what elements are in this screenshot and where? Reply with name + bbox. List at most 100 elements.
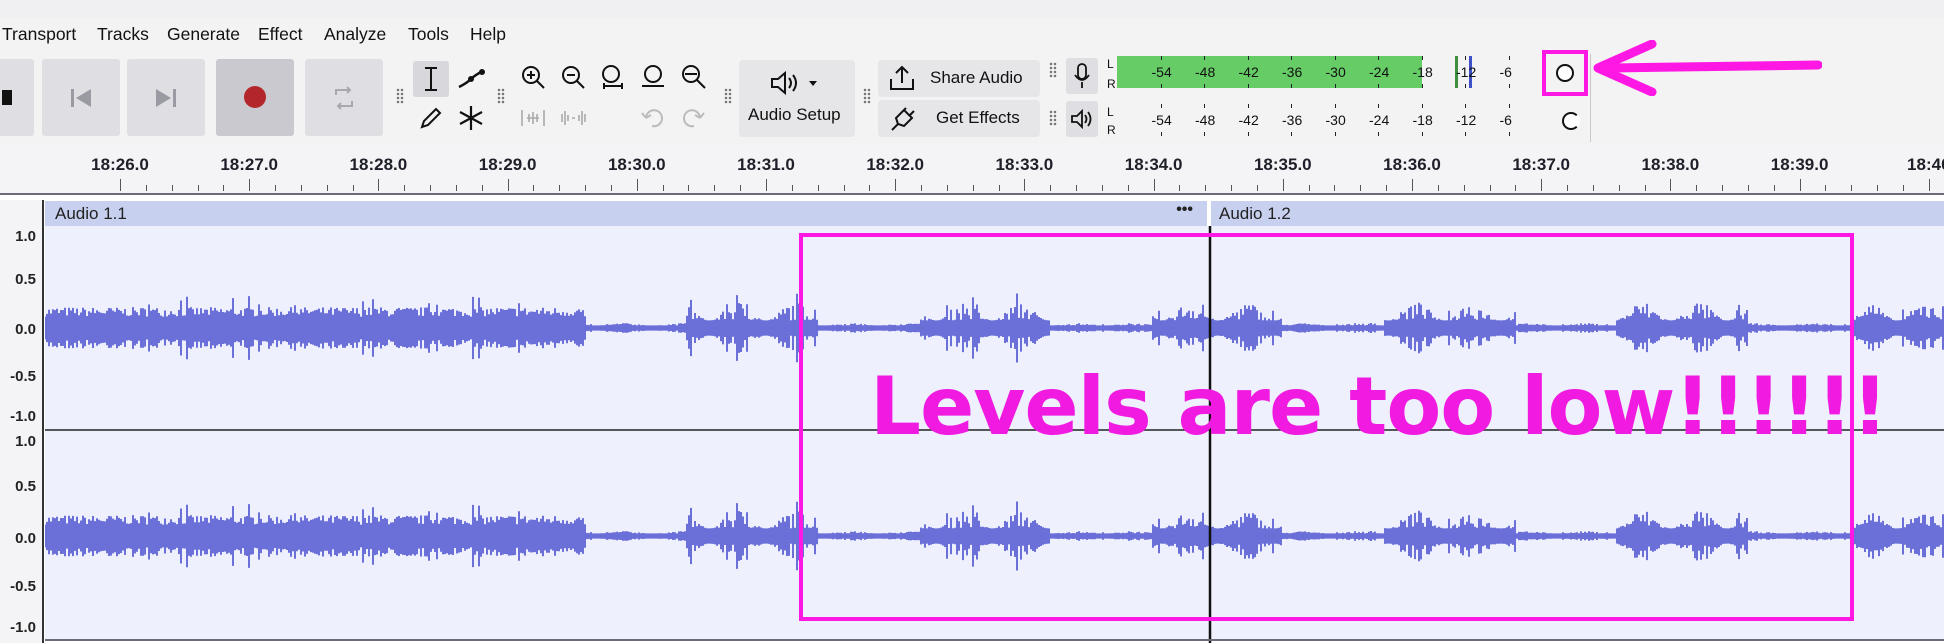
skip-to-end-button[interactable] xyxy=(127,59,205,136)
timeline-tick xyxy=(1489,185,1491,191)
zoom-toggle-button[interactable] xyxy=(675,59,711,95)
zoom-in-button[interactable] xyxy=(515,59,551,95)
menu-generate[interactable]: Generate xyxy=(167,24,240,45)
menu-transport[interactable]: Transport xyxy=(2,24,76,45)
menu-help[interactable]: Help xyxy=(470,24,506,45)
meter-grip[interactable] xyxy=(1049,62,1057,78)
clip-menu-button[interactable]: ••• xyxy=(1176,201,1193,219)
meter-scale-label: -6 xyxy=(1499,64,1512,80)
timeline-tick xyxy=(585,185,587,191)
meter-tick xyxy=(1508,132,1510,136)
menu-tools[interactable]: Tools xyxy=(408,24,449,45)
stop-button[interactable] xyxy=(0,59,34,136)
toolbar-grip[interactable] xyxy=(396,88,404,104)
zoom-out-button[interactable] xyxy=(555,59,591,95)
playback-level-meter[interactable]: -54 -48 -42 -36 -30 -24 -18 -12 -6 xyxy=(1117,104,1552,136)
get-effects-label: Get Effects xyxy=(936,108,1020,127)
recording-level-meter[interactable]: -54 -48 -42 -36 -30 -24 -18 -12 -6 xyxy=(1117,56,1552,88)
clip-header-audio-1-2[interactable]: Audio 1.2 xyxy=(1211,201,1944,226)
meter-tick xyxy=(1465,84,1466,88)
meter-tick xyxy=(1378,84,1379,88)
meter-grip[interactable] xyxy=(1049,110,1057,126)
zoom-in-icon xyxy=(522,66,545,89)
timeline-tick xyxy=(1205,185,1207,191)
trim-audio-button[interactable] xyxy=(515,100,551,136)
toolbar-grip[interactable] xyxy=(863,88,871,104)
timeline-tick xyxy=(1308,185,1310,191)
timeline-tick xyxy=(1437,185,1439,191)
envelope-tool[interactable] xyxy=(453,61,489,97)
meter-tick xyxy=(1421,56,1423,60)
timeline-tick xyxy=(1644,185,1646,191)
record-meter-button[interactable] xyxy=(1066,58,1098,94)
timeline-tick xyxy=(275,185,277,191)
redo-icon xyxy=(683,109,705,128)
meter-tick xyxy=(1334,104,1336,108)
timeline-tick-label: 18:40 xyxy=(1907,155,1944,174)
meter-tick xyxy=(1334,132,1336,136)
timeline-tick xyxy=(1541,179,1543,191)
amplitude-ruler[interactable]: 1.0 0.5 0.0 -0.5 -1.0 1.0 0.5 0.0 -0.5 -… xyxy=(0,200,44,643)
undo-button[interactable] xyxy=(635,100,671,136)
timeline-tick xyxy=(1463,185,1465,191)
record-meter-right-label: R xyxy=(1107,77,1116,91)
amplitude-label: 0.5 xyxy=(15,478,36,495)
i-beam-icon xyxy=(425,67,437,91)
meter-tick xyxy=(1291,132,1292,136)
menu-effect[interactable]: Effect xyxy=(258,24,302,45)
timeline-ruler[interactable]: 18:26.0 18:27.0 18:28.0 18:29.0 18:30.0 18:31… xyxy=(0,145,1944,195)
zoom-selection-icon xyxy=(602,65,623,89)
menu-tracks[interactable]: Tracks xyxy=(97,24,149,45)
timeline-tick xyxy=(1050,185,1052,191)
multi-tool[interactable] xyxy=(453,100,489,136)
loop-button[interactable] xyxy=(305,59,383,136)
draw-tool[interactable] xyxy=(413,100,449,136)
get-effects-button[interactable]: Get Effects xyxy=(878,100,1040,137)
audio-setup-button[interactable]: Audio Setup xyxy=(739,60,855,137)
timeline-tick xyxy=(791,185,793,191)
playback-volume-knob[interactable] xyxy=(1562,112,1580,130)
amplitude-label: -0.5 xyxy=(10,368,36,385)
timeline-tick xyxy=(1127,185,1129,191)
amplitude-label: 1.0 xyxy=(15,433,36,450)
meter-scale-label: -18 xyxy=(1412,112,1433,128)
meter-scale-label: -30 xyxy=(1325,112,1346,128)
timeline-tick-label: 18:32.0 xyxy=(866,155,925,174)
timeline-tick-label: 18:29.0 xyxy=(478,155,537,174)
timeline-tick xyxy=(197,185,199,191)
fit-project-button[interactable] xyxy=(635,59,671,95)
amplitude-label: 0.0 xyxy=(15,321,36,338)
timeline-tick xyxy=(120,179,121,191)
timeline-tick xyxy=(145,185,147,191)
timeline-tick xyxy=(1101,185,1103,191)
toolbar-grip[interactable] xyxy=(724,88,732,104)
fit-selection-button[interactable] xyxy=(595,59,631,95)
meter-tick xyxy=(1291,56,1292,60)
clip-name: Audio 1.1 xyxy=(55,204,127,223)
zoom-toggle-icon xyxy=(682,65,706,89)
timeline-tick xyxy=(998,185,1000,191)
timeline-tick xyxy=(714,185,716,191)
record-meter-left-label: L xyxy=(1107,57,1114,71)
meter-scale-label: -6 xyxy=(1499,112,1512,128)
timeline-tick xyxy=(300,185,302,191)
share-audio-button[interactable]: Share Audio xyxy=(878,60,1040,97)
meter-tick xyxy=(1204,104,1205,108)
redo-button[interactable] xyxy=(675,100,711,136)
meter-scale-label: -24 xyxy=(1369,64,1390,80)
record-button[interactable] xyxy=(216,59,294,136)
menu-analyze[interactable]: Analyze xyxy=(324,24,386,45)
timeline-tick xyxy=(1773,185,1775,191)
meter-tick xyxy=(1378,104,1379,108)
meter-tick xyxy=(1160,132,1162,136)
clip-header-audio-1-1[interactable]: Audio 1.1 ••• xyxy=(45,201,1207,226)
silence-icon xyxy=(561,111,586,125)
amplitude-label: 1.0 xyxy=(15,228,36,245)
toolbar-grip[interactable] xyxy=(497,88,505,104)
meter-tick xyxy=(1204,132,1205,136)
selection-tool[interactable] xyxy=(413,61,449,97)
timeline-tick xyxy=(1231,185,1233,191)
play-meter-button[interactable] xyxy=(1066,101,1098,137)
skip-to-start-button[interactable] xyxy=(42,59,120,136)
silence-audio-button[interactable] xyxy=(555,100,591,136)
